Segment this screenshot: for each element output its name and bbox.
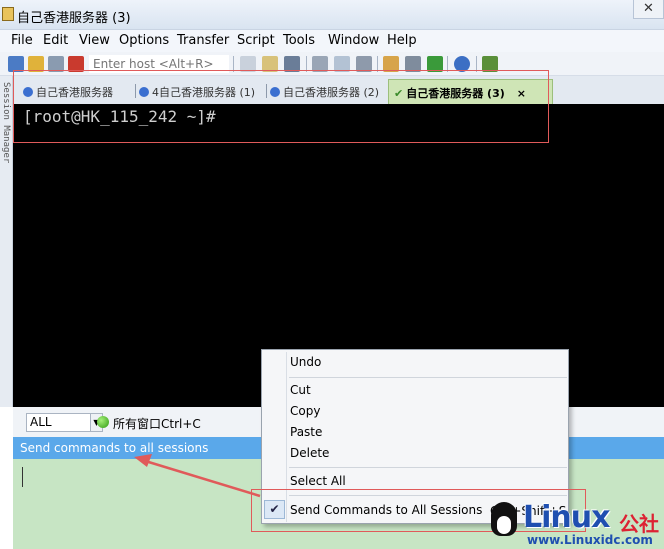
menu-edit[interactable]: Edit: [43, 33, 68, 48]
menu-file[interactable]: File: [11, 33, 33, 48]
menu-separator: [289, 467, 567, 468]
title-bar: 自己香港服务器 (3) ✕: [0, 0, 664, 30]
text-caret: [22, 467, 23, 487]
menu-item-undo[interactable]: Undo: [290, 355, 321, 369]
menu-item-delete[interactable]: Delete: [290, 446, 329, 460]
menu-transfer[interactable]: Transfer: [177, 33, 229, 48]
watermark-url: www.Linuxidc.com: [527, 533, 653, 547]
tux-penguin-icon: [491, 502, 517, 536]
menu-separator: [289, 377, 567, 378]
menu-item-paste[interactable]: Paste: [290, 425, 322, 439]
menu-item-select-all[interactable]: Select All: [290, 474, 346, 488]
annotation-highlight-tabs: [13, 70, 549, 143]
window-close-button[interactable]: ✕: [633, 0, 664, 19]
menu-view[interactable]: View: [79, 33, 110, 48]
send-panel-title: Send commands to all sessions: [20, 441, 209, 455]
session-manager-strip[interactable]: Session Manager: [0, 76, 13, 407]
linuxidc-watermark: Linux 公社 www.Linuxidc.com: [491, 500, 664, 549]
menu-item-cut[interactable]: Cut: [290, 383, 311, 397]
session-target-value: ALL: [30, 415, 52, 429]
watermark-brand: Linux: [523, 500, 610, 535]
window-title: 自己香港服务器 (3): [17, 11, 131, 26]
menu-tools[interactable]: Tools: [283, 33, 315, 48]
session-manager-label: Session Manager: [1, 82, 11, 164]
app-icon: [2, 7, 14, 21]
status-green-icon: [97, 416, 109, 428]
all-windows-button[interactable]: 所有窗口Ctrl+C: [113, 415, 201, 432]
menu-script[interactable]: Script: [237, 33, 275, 48]
menu-window[interactable]: Window: [328, 33, 379, 48]
menu-help[interactable]: Help: [387, 33, 417, 48]
menu-options[interactable]: Options: [119, 33, 169, 48]
menu-item-copy[interactable]: Copy: [290, 404, 320, 418]
menu-bar: File Edit View Options Transfer Script T…: [0, 30, 664, 52]
session-target-select[interactable]: ALL ▼: [26, 413, 103, 432]
